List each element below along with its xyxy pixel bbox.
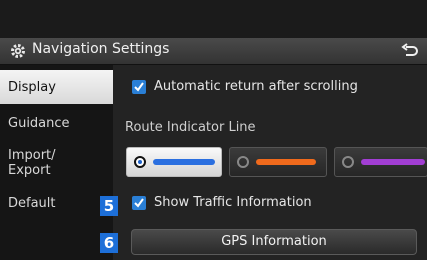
- auto-return-checkbox[interactable]: [132, 80, 146, 94]
- sidebar: Display Guidance Import/ Export Default: [0, 65, 113, 260]
- gear-icon: [11, 44, 25, 58]
- settings-screen: Navigation Settings Display Guidance Imp…: [0, 0, 427, 260]
- page-header: Navigation Settings: [0, 38, 427, 65]
- sidebar-item-default[interactable]: Default: [0, 196, 113, 216]
- sidebar-item-display[interactable]: Display: [0, 70, 113, 104]
- sidebar-item-import-export[interactable]: Import/ Export: [0, 148, 113, 182]
- back-arrow-icon[interactable]: [401, 43, 419, 59]
- route-line-option-orange[interactable]: [229, 147, 327, 177]
- callout-badge-5: 5: [100, 196, 118, 216]
- orange-line-swatch: [256, 159, 316, 165]
- page-title: Navigation Settings: [32, 41, 170, 57]
- gps-information-button[interactable]: GPS Information: [131, 229, 417, 255]
- callout-badge-6: 6: [100, 233, 118, 253]
- purple-line-swatch: [361, 159, 425, 165]
- status-bar: [0, 0, 427, 38]
- checkmark-icon: [134, 82, 144, 92]
- show-traffic-checkbox[interactable]: [132, 196, 146, 210]
- checkmark-icon: [134, 198, 144, 208]
- radio-unselected: [342, 156, 354, 168]
- sidebar-item-guidance[interactable]: Guidance: [0, 116, 113, 136]
- route-indicator-title: Route Indicator Line: [125, 120, 256, 135]
- route-line-option-blue[interactable]: [126, 147, 222, 177]
- blue-line-swatch: [153, 159, 215, 165]
- radio-unselected: [237, 156, 249, 168]
- route-line-option-purple[interactable]: [334, 147, 427, 177]
- show-traffic-label: Show Traffic Information: [154, 195, 312, 210]
- auto-return-label: Automatic return after scrolling: [154, 79, 358, 94]
- radio-selected: [134, 156, 146, 168]
